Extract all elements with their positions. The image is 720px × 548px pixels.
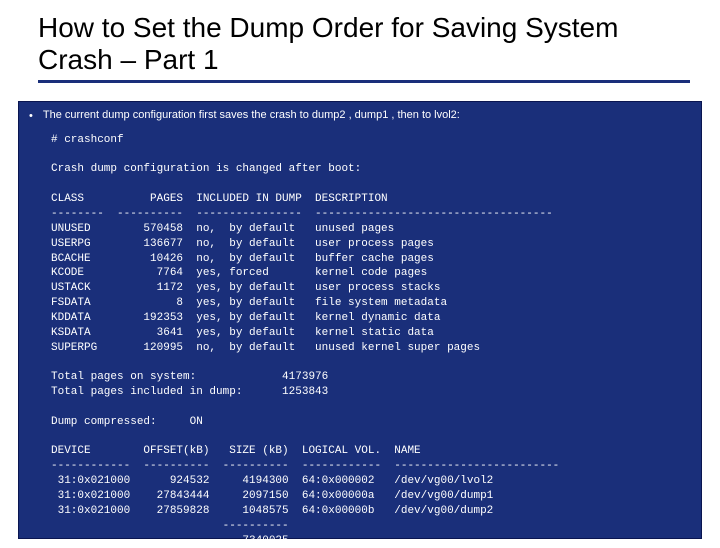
- class-row: KSDATA 3641 yes, by default kernel stati…: [51, 327, 434, 339]
- class-row: KCODE 7764 yes, forced kernel code pages: [51, 267, 427, 279]
- intro-text: The current dump configuration first sav…: [43, 108, 460, 122]
- class-row: USERPG 136677 no, by default user proces…: [51, 238, 434, 250]
- total-line: Total pages included in dump: 1253843: [51, 386, 328, 398]
- device-header: DEVICE OFFSET(kB) SIZE (kB) LOGICAL VOL.…: [51, 445, 421, 457]
- device-row: 31:0x021000 924532 4194300 64:0x000002 /…: [51, 475, 493, 487]
- bullet-icon: •: [29, 108, 33, 124]
- class-header: CLASS PAGES INCLUDED IN DUMP DESCRIPTION: [51, 193, 388, 205]
- device-row: 31:0x021000 27843444 2097150 64:0x00000a…: [51, 490, 493, 502]
- class-row: UNUSED 570458 no, by default unused page…: [51, 223, 394, 235]
- total-line: Total pages on system: 4173976: [51, 371, 328, 383]
- device-footer-sep: ----------: [51, 520, 289, 532]
- cmd-line: # crashconf: [51, 134, 124, 146]
- msg-line: Crash dump configuration is changed afte…: [51, 163, 361, 175]
- class-sep: -------- ---------- ---------------- ---…: [51, 208, 553, 220]
- device-row: 31:0x021000 27859828 1048575 64:0x00000b…: [51, 505, 493, 517]
- class-row: SUPERPG 120995 no, by default unused ker…: [51, 342, 480, 354]
- page-title: How to Set the Dump Order for Saving Sys…: [38, 12, 690, 76]
- title-underline: [38, 80, 690, 83]
- class-row: BCACHE 10426 no, by default buffer cache…: [51, 253, 434, 265]
- device-footer-total: 7340025: [51, 535, 289, 547]
- slide: How to Set the Dump Order for Saving Sys…: [0, 0, 720, 540]
- dump-compressed: Dump compressed: ON: [51, 416, 203, 428]
- terminal-output: # crashconf Crash dump configuration is …: [51, 133, 691, 548]
- class-row: KDDATA 192353 yes, by default kernel dyn…: [51, 312, 440, 324]
- class-row: FSDATA 8 yes, by default file system met…: [51, 297, 447, 309]
- content-box: • The current dump configuration first s…: [18, 101, 702, 539]
- device-sep: ------------ ---------- ---------- -----…: [51, 460, 559, 472]
- bullet-row: • The current dump configuration first s…: [29, 108, 691, 124]
- title-area: How to Set the Dump Order for Saving Sys…: [0, 0, 720, 91]
- class-row: USTACK 1172 yes, by default user process…: [51, 282, 440, 294]
